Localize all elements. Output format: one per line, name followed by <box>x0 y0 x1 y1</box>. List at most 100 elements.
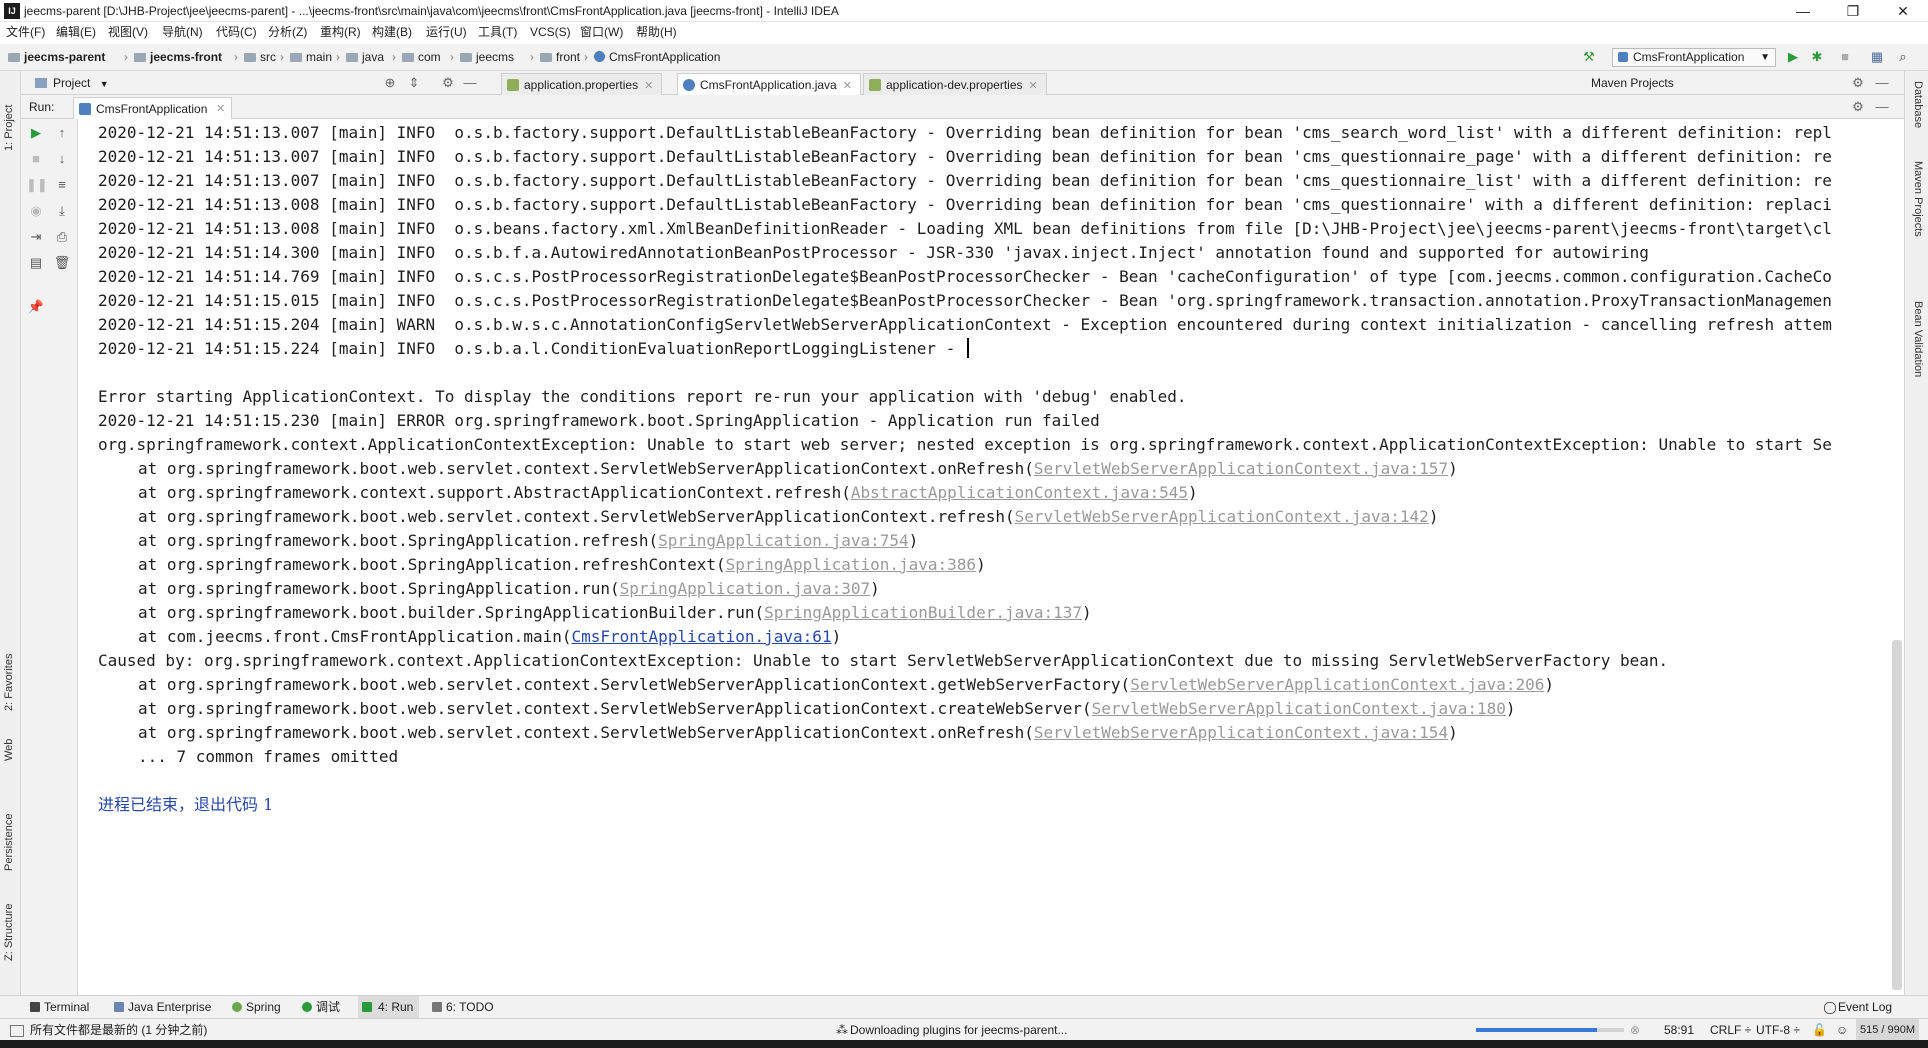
console-line: 2020-12-21 14:51:15.230 [main] ERROR org… <box>98 411 1100 430</box>
source-link[interactable]: SpringApplication.java:307 <box>620 579 870 598</box>
exit-icon[interactable]: ⇥ <box>26 227 46 247</box>
run-tab-cmsfrontapplication[interactable]: CmsFrontApplication ✕ <box>73 97 233 120</box>
soft-wrap-icon[interactable]: ≡ <box>52 175 72 195</box>
breadcrumb-cmsfrontapplication[interactable]: CmsFrontApplication <box>594 44 720 71</box>
stop-icon[interactable]: ■ <box>26 149 46 169</box>
source-link[interactable]: ServletWebServerApplicationContext.java:… <box>1092 699 1506 718</box>
tool-run[interactable]: 4: Run <box>358 996 420 1019</box>
breadcrumb-src[interactable]: src <box>244 44 276 71</box>
tool-debug[interactable]: 调试 <box>302 996 340 1019</box>
background-task[interactable]: Downloading plugins for jeecms-parent... <box>850 1019 1067 1041</box>
hide-icon[interactable]: — <box>1873 74 1891 92</box>
source-link[interactable]: SpringApplication.java:754 <box>658 531 908 550</box>
file-encoding[interactable]: UTF-8 ÷ <box>1756 1019 1800 1041</box>
trash-icon[interactable]: 🗑 <box>52 253 72 273</box>
debug-bug-icon <box>302 1002 312 1012</box>
source-link[interactable]: ServletWebServerApplicationContext.java:… <box>1015 507 1429 526</box>
gear-icon[interactable]: ⚙ <box>1849 98 1867 116</box>
close-tab-icon[interactable]: ✕ <box>644 80 653 92</box>
menu-file[interactable]: 文件(F) <box>4 22 47 43</box>
pin-icon[interactable]: 📌 <box>26 297 46 317</box>
debug-icon[interactable]: ✱ <box>1808 48 1826 66</box>
search-icon[interactable]: ⌕ <box>1894 48 1912 66</box>
project-view-selector[interactable]: Project ▼ <box>29 71 109 95</box>
camera-icon[interactable]: ◉ <box>26 201 46 221</box>
build-hammer-icon[interactable]: ⚒ <box>1580 48 1598 66</box>
close-button[interactable]: ✕ <box>1878 0 1928 22</box>
menu-code[interactable]: 代码(C) <box>214 22 259 43</box>
caret-position[interactable]: 58:91 <box>1664 1019 1694 1041</box>
breadcrumb-front[interactable]: front <box>540 44 580 71</box>
tab-application-dev-properties[interactable]: application-dev.properties ✕ <box>863 73 1047 96</box>
console-scrollbar[interactable] <box>1892 640 1902 990</box>
tool-java-enterprise[interactable]: Java Enterprise <box>114 996 211 1019</box>
scroll-to-end-icon[interactable]: ⤓ <box>52 201 72 221</box>
menu-edit[interactable]: 编辑(E) <box>54 22 98 43</box>
arrow-down-icon[interactable]: ↓ <box>52 149 72 169</box>
menu-analyze[interactable]: 分析(Z) <box>266 22 309 43</box>
line-separator[interactable]: CRLF ÷ <box>1710 1019 1751 1041</box>
stack-frame: at org.springframework.boot.web.servlet.… <box>138 699 1516 718</box>
hide-icon[interactable]: — <box>461 74 479 92</box>
close-tab-icon[interactable]: ✕ <box>216 98 225 120</box>
inspection-icon[interactable]: ☺ <box>1836 1019 1848 1041</box>
run-configuration-select[interactable]: CmsFrontApplication ▼ <box>1612 48 1776 67</box>
gear-icon[interactable]: ⚙ <box>1849 74 1867 92</box>
lock-icon[interactable]: 🔓 <box>1812 1019 1827 1041</box>
menu-vcs[interactable]: VCS(S) <box>528 22 573 43</box>
run-icon[interactable]: ▶ <box>1784 48 1802 66</box>
close-tab-icon[interactable]: ✕ <box>843 80 852 92</box>
gear-icon[interactable]: ⚙ <box>439 74 457 92</box>
breadcrumb-jeecms-parent[interactable]: jeecms-parent <box>8 44 105 71</box>
scroll-from-source-icon[interactable]: ⊕ <box>381 74 399 92</box>
tab-application-properties[interactable]: application.properties ✕ <box>501 73 663 96</box>
source-link[interactable]: AbstractApplicationContext.java:545 <box>851 483 1188 502</box>
minimize-button[interactable]: — <box>1778 0 1828 22</box>
stack-frame: at org.springframework.context.support.A… <box>138 483 1198 502</box>
project-structure-icon[interactable]: ▦ <box>1868 48 1886 66</box>
maximize-button[interactable]: ❐ <box>1828 0 1878 22</box>
menu-refactor[interactable]: 重构(R) <box>318 22 363 43</box>
source-link[interactable]: ServletWebServerApplicationContext.java:… <box>1034 723 1448 742</box>
folder-icon <box>244 53 256 62</box>
status-toggle-icon[interactable] <box>10 1025 24 1037</box>
breadcrumb-java[interactable]: java <box>346 44 384 71</box>
breadcrumb-jeecms[interactable]: jeecms <box>460 44 514 71</box>
breadcrumb-main[interactable]: main <box>290 44 332 71</box>
menu-window[interactable]: 窗口(W) <box>578 22 625 43</box>
run-config-icon <box>79 103 91 115</box>
tool-event-log[interactable]: Event Log <box>1824 996 1892 1019</box>
hide-icon[interactable]: — <box>1873 98 1891 116</box>
breadcrumb-jeecms-front[interactable]: jeecms-front <box>134 44 222 71</box>
source-link[interactable]: CmsFrontApplication.java:61 <box>571 627 831 646</box>
menu-navigate[interactable]: 导航(N) <box>160 22 205 43</box>
tool-todo[interactable]: 6: TODO <box>432 996 494 1019</box>
spinner-icon: ⁂ <box>836 1023 848 1037</box>
rerun-icon[interactable]: ▶ <box>26 123 46 143</box>
source-link[interactable]: SpringApplication.java:386 <box>726 555 976 574</box>
stop-icon[interactable]: ■ <box>1836 48 1854 66</box>
breadcrumb-com[interactable]: com <box>402 44 441 71</box>
source-link[interactable]: ServletWebServerApplicationContext.java:… <box>1130 675 1544 694</box>
tool-terminal[interactable]: Terminal <box>30 996 89 1019</box>
collapse-all-icon[interactable]: ⇕ <box>405 74 423 92</box>
source-link[interactable]: SpringApplicationBuilder.java:137 <box>764 603 1082 622</box>
console-output[interactable]: 2020-12-21 14:51:13.007 [main] INFO o.s.… <box>78 119 1904 995</box>
menu-build[interactable]: 构建(B) <box>370 22 414 43</box>
menu-run[interactable]: 运行(U) <box>424 22 469 43</box>
source-link[interactable]: ServletWebServerApplicationContext.java:… <box>1034 459 1448 478</box>
tool-spring[interactable]: Spring <box>232 996 281 1019</box>
menu-view[interactable]: 视图(V) <box>106 22 150 43</box>
chevron-down-icon: ▼ <box>99 79 109 89</box>
pause-icon[interactable]: ❚❚ <box>26 175 48 195</box>
arrow-up-icon[interactable]: ↑ <box>52 123 72 143</box>
tool-window-bar: Terminal Java Enterprise Spring 调试 4: Ru… <box>0 995 1928 1019</box>
layout-icon[interactable]: ▤ <box>26 253 46 273</box>
tab-cmsfrontapplication-java[interactable]: CmsFrontApplication.java ✕ <box>677 73 861 96</box>
menu-help[interactable]: 帮助(H) <box>634 22 679 43</box>
cancel-task-icon[interactable]: ⊗ <box>1630 1019 1640 1041</box>
print-icon[interactable]: ⎙ <box>52 227 72 247</box>
memory-indicator[interactable]: 515 / 990M <box>1856 1019 1920 1041</box>
close-tab-icon[interactable]: ✕ <box>1029 80 1038 92</box>
menu-tools[interactable]: 工具(T) <box>476 22 519 43</box>
